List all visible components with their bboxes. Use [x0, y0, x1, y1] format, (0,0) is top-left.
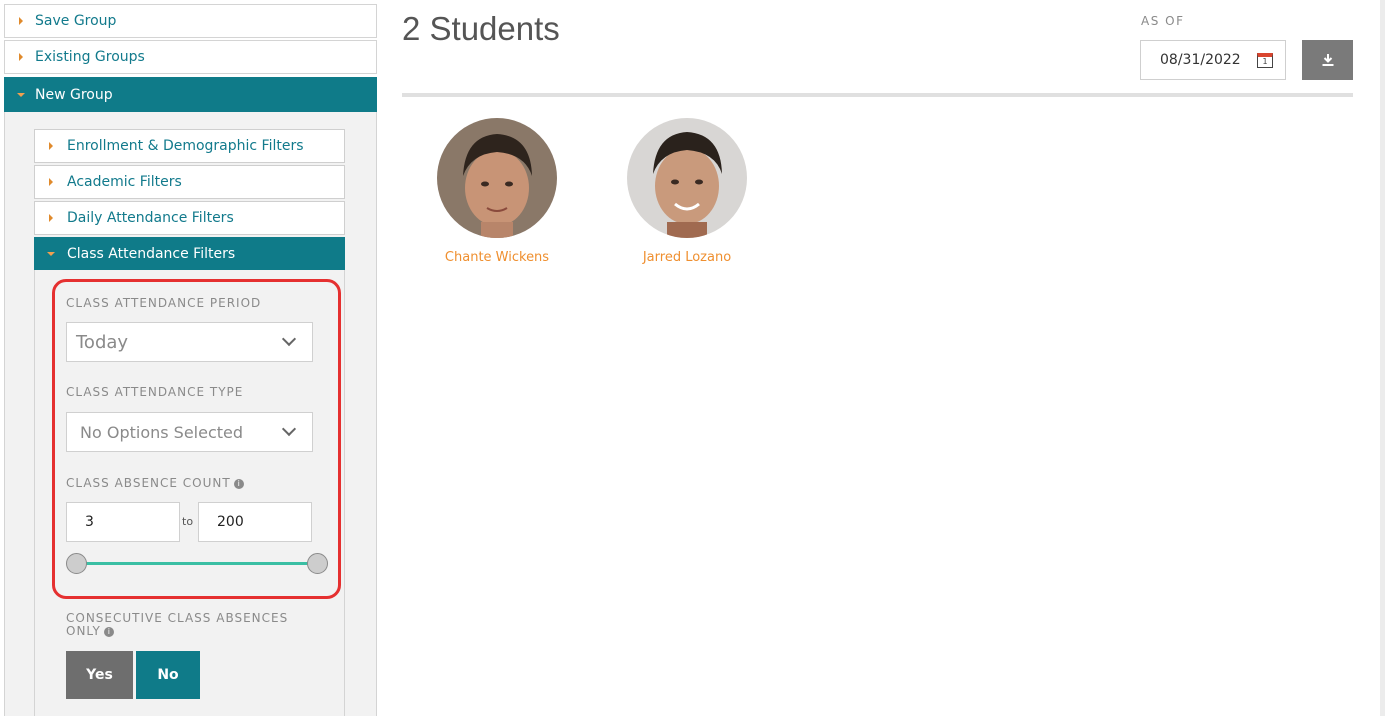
calendar-icon[interactable]: 1: [1257, 52, 1273, 68]
class-attendance-label: Class Attendance Filters: [67, 246, 236, 262]
avatar: [437, 118, 557, 238]
avatar: [627, 118, 747, 238]
student-name[interactable]: Jarred Lozano: [617, 250, 757, 265]
new-group-section[interactable]: New Group: [4, 77, 377, 112]
caret-down-icon: [47, 252, 55, 256]
caret-right-icon: [49, 214, 53, 222]
chevron-down-icon: [281, 421, 297, 437]
absence-range-track[interactable]: [76, 562, 318, 565]
class-attendance-filters[interactable]: Class Attendance Filters: [34, 237, 345, 271]
caret-right-icon: [49, 142, 53, 150]
academic-filters[interactable]: Academic Filters: [34, 165, 345, 199]
academic-filters-label: Academic Filters: [67, 174, 182, 190]
chevron-down-icon: [281, 331, 297, 347]
consecutive-absences-label: CONSECUTIVE CLASS ABSENCES ONLY i: [66, 611, 289, 638]
as-of-date-value: 08/31/2022: [1160, 52, 1241, 68]
enrollment-demographic-label: Enrollment & Demographic Filters: [67, 138, 304, 154]
class-attendance-period-select[interactable]: Today: [66, 322, 313, 362]
class-attendance-type-select[interactable]: No Options Selected: [66, 412, 313, 452]
existing-groups-label: Existing Groups: [35, 49, 145, 65]
caret-right-icon: [19, 17, 23, 25]
as-of-label: AS OF: [1141, 14, 1185, 28]
page-title: 2 Students: [402, 10, 560, 47]
as-of-date-input[interactable]: 08/31/2022 1: [1140, 40, 1286, 80]
header-divider: [402, 93, 1353, 97]
daily-attendance-label: Daily Attendance Filters: [67, 210, 234, 226]
absence-max-input[interactable]: 200: [198, 502, 312, 542]
type-value: No Options Selected: [80, 422, 244, 442]
absence-min-input[interactable]: 3: [66, 502, 180, 542]
range-to-label: to: [182, 515, 194, 528]
existing-groups-section[interactable]: Existing Groups: [4, 40, 377, 74]
download-button[interactable]: [1302, 40, 1353, 80]
class-attendance-period-label: CLASS ATTENDANCE PERIOD: [66, 296, 262, 310]
student-card[interactable]: Chante Wickens: [427, 118, 567, 265]
caret-right-icon: [19, 53, 23, 61]
student-card[interactable]: Jarred Lozano: [617, 118, 757, 265]
class-attendance-type-label: CLASS ATTENDANCE TYPE: [66, 385, 244, 399]
sidebar: Save Group Existing Groups New Group Enr…: [0, 0, 378, 716]
daily-attendance-filters[interactable]: Daily Attendance Filters: [34, 201, 345, 235]
enrollment-demographic-filters[interactable]: Enrollment & Demographic Filters: [34, 129, 345, 163]
new-group-label: New Group: [35, 86, 113, 103]
period-value: Today: [76, 331, 129, 353]
caret-down-icon: [17, 92, 25, 97]
info-icon[interactable]: i: [233, 479, 244, 489]
download-icon: [1322, 54, 1333, 66]
consecutive-no-button[interactable]: No: [136, 651, 200, 699]
class-absence-count-label: CLASS ABSENCE COUNT i: [66, 476, 244, 490]
student-name[interactable]: Chante Wickens: [427, 250, 567, 265]
info-icon[interactable]: i: [103, 627, 114, 637]
consecutive-yes-button[interactable]: Yes: [66, 651, 133, 699]
caret-right-icon: [49, 178, 53, 186]
save-group-section[interactable]: Save Group: [4, 4, 377, 38]
scrollbar[interactable]: [1380, 0, 1385, 716]
absence-range-max-handle[interactable]: [307, 553, 328, 574]
absence-range-min-handle[interactable]: [66, 553, 87, 574]
save-group-label: Save Group: [35, 13, 117, 29]
